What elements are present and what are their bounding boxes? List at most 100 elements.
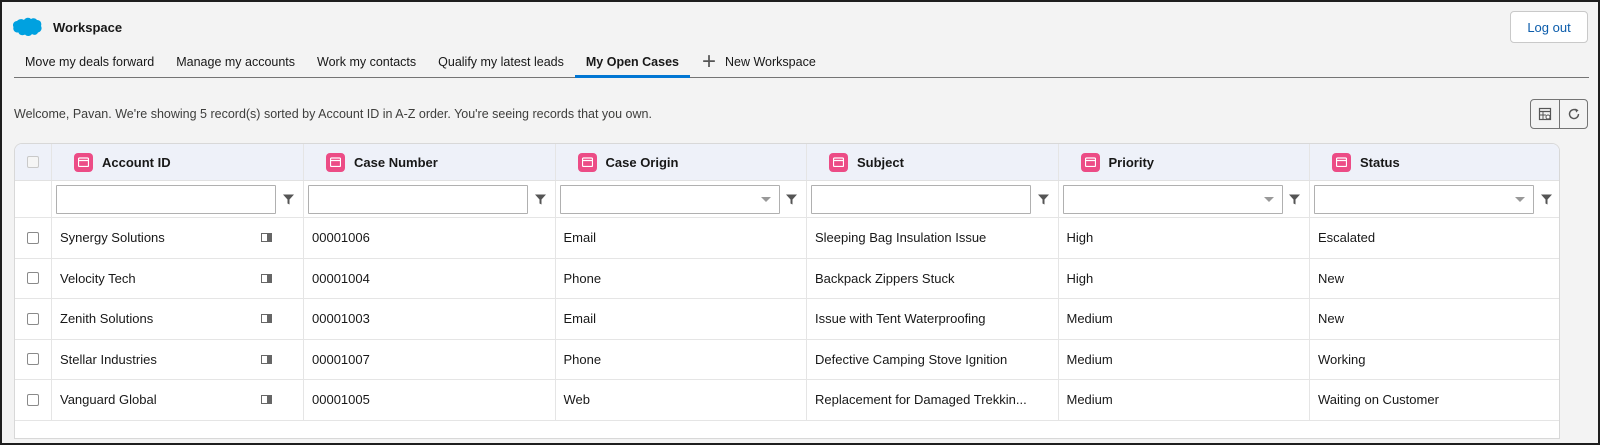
cell-case-origin: Email	[554, 299, 807, 339]
filter-spacer	[15, 181, 52, 217]
calendar-icon	[1332, 152, 1351, 172]
table-row[interactable]: Stellar Industries 00001007 Phone Defect…	[15, 339, 1559, 380]
filter-cell-status	[1309, 181, 1559, 217]
row-checkbox[interactable]	[27, 312, 39, 325]
account-name: Synergy Solutions	[60, 230, 165, 246]
row-checkbox[interactable]	[27, 272, 39, 285]
table-settings-icon	[1538, 107, 1552, 121]
chevron-down-icon	[1515, 197, 1525, 202]
refresh-button[interactable]	[1559, 100, 1587, 128]
table-row[interactable]: Zenith Solutions 00001003 Email Issue wi…	[15, 299, 1559, 340]
filter-icon[interactable]	[785, 193, 798, 206]
calendar-icon	[326, 152, 345, 172]
column-header-account-id[interactable]: Account ID	[52, 144, 303, 180]
chevron-down-icon	[760, 197, 771, 202]
row-select-cell	[15, 339, 52, 379]
cell-status: Working	[1309, 339, 1559, 379]
select-all-checkbox[interactable]	[27, 156, 39, 168]
table-row[interactable]: Velocity Tech 00001004 Phone Backpack Zi…	[15, 258, 1559, 299]
filter-cell-case-origin	[554, 181, 807, 217]
refresh-icon	[1568, 108, 1579, 120]
chevron-down-icon	[1263, 197, 1274, 202]
new-workspace-tab[interactable]: + New Workspace	[690, 46, 827, 77]
column-header-label: Case Origin	[605, 154, 679, 170]
plus-icon: +	[701, 47, 716, 75]
app-header: Workspace	[12, 14, 122, 40]
logout-button[interactable]: Log out	[1510, 11, 1588, 43]
status-filter-select[interactable]	[1314, 185, 1534, 214]
cell-case-number: 00001006	[303, 218, 555, 258]
row-select-cell	[15, 380, 52, 420]
column-header-label: Case Number	[354, 154, 438, 170]
priority-filter-select[interactable]	[1062, 185, 1283, 214]
cell-subject: Sleeping Bag Insulation Issue	[806, 218, 1058, 258]
cell-subject: Defective Camping Stove Ignition	[806, 339, 1058, 379]
row-select-cell	[15, 218, 52, 258]
cell-account-id: Zenith Solutions	[52, 299, 303, 339]
app-frame: Workspace Log out Move my deals forward …	[0, 0, 1600, 445]
tab-manage-accounts[interactable]: Manage my accounts	[165, 46, 306, 77]
welcome-message: Welcome, Pavan. We're showing 5 record(s…	[14, 107, 652, 121]
case-number-filter-input[interactable]	[308, 185, 528, 214]
account-name: Stellar Industries	[60, 351, 157, 367]
card-icon[interactable]	[261, 354, 272, 364]
app-title: Workspace	[53, 19, 123, 35]
cell-priority: Medium	[1057, 339, 1310, 379]
tab-move-deals[interactable]: Move my deals forward	[14, 46, 165, 77]
table-settings-button[interactable]	[1531, 100, 1559, 128]
cell-case-number: 00001003	[303, 299, 555, 339]
filter-cell-subject	[806, 181, 1058, 217]
calendar-icon	[1080, 152, 1100, 172]
cell-status: Escalated	[1309, 218, 1559, 258]
filter-row	[15, 181, 1559, 218]
cell-status: New	[1309, 299, 1559, 339]
cell-case-origin: Web	[554, 380, 807, 420]
select-all-cell	[15, 144, 52, 180]
cell-subject: Replacement for Damaged Trekkin...	[806, 380, 1058, 420]
column-header-case-origin[interactable]: Case Origin	[554, 144, 807, 180]
cases-table: Account ID Case Number Case Origin Subje…	[14, 143, 1560, 439]
filter-cell-priority	[1057, 181, 1310, 217]
row-checkbox[interactable]	[27, 353, 39, 366]
table-header-row: Account ID Case Number Case Origin Subje…	[15, 144, 1559, 181]
tab-qualify-leads[interactable]: Qualify my latest leads	[427, 46, 575, 77]
cell-account-id: Vanguard Global	[52, 380, 303, 420]
row-select-cell	[15, 258, 52, 298]
card-icon[interactable]	[261, 233, 272, 242]
filter-icon[interactable]	[1037, 193, 1050, 206]
filter-icon[interactable]	[534, 193, 547, 206]
cell-subject: Issue with Tent Waterproofing	[806, 299, 1058, 339]
card-icon[interactable]	[261, 273, 272, 283]
subject-filter-input[interactable]	[811, 185, 1031, 214]
cell-case-number: 00001005	[303, 380, 555, 420]
filter-icon[interactable]	[282, 193, 295, 206]
card-icon[interactable]	[261, 314, 272, 323]
account-name: Velocity Tech	[60, 270, 136, 286]
column-header-label: Subject	[857, 154, 904, 170]
account-id-filter-input[interactable]	[56, 185, 276, 214]
new-workspace-label: New Workspace	[725, 54, 816, 69]
cell-subject: Backpack Zippers Stuck	[806, 258, 1058, 298]
column-header-case-number[interactable]: Case Number	[303, 144, 555, 180]
salesforce-cloud-icon	[12, 17, 42, 36]
column-header-label: Priority	[1108, 154, 1155, 170]
column-header-subject[interactable]: Subject	[806, 144, 1058, 180]
table-row[interactable]: Synergy Solutions 00001006 Email Sleepin…	[15, 218, 1559, 259]
cell-priority: High	[1057, 258, 1310, 298]
cell-status: New	[1309, 258, 1559, 298]
card-icon[interactable]	[261, 395, 272, 404]
column-header-priority[interactable]: Priority	[1057, 144, 1310, 180]
filter-icon[interactable]	[1288, 193, 1301, 206]
grid-tools	[1530, 99, 1588, 129]
column-header-label: Status	[1360, 154, 1400, 170]
filter-icon[interactable]	[1540, 193, 1553, 206]
tab-my-open-cases[interactable]: My Open Cases	[574, 46, 691, 78]
tab-work-contacts[interactable]: Work my contacts	[306, 46, 427, 77]
table-row[interactable]: Vanguard Global 00001005 Web Replacement…	[15, 380, 1559, 421]
column-header-status[interactable]: Status	[1309, 144, 1559, 180]
row-checkbox[interactable]	[27, 231, 39, 244]
case-origin-filter-select[interactable]	[559, 185, 780, 214]
row-checkbox[interactable]	[27, 393, 39, 406]
workspace-tabs: Move my deals forward Manage my accounts…	[14, 46, 1589, 78]
account-name: Vanguard Global	[60, 392, 157, 408]
